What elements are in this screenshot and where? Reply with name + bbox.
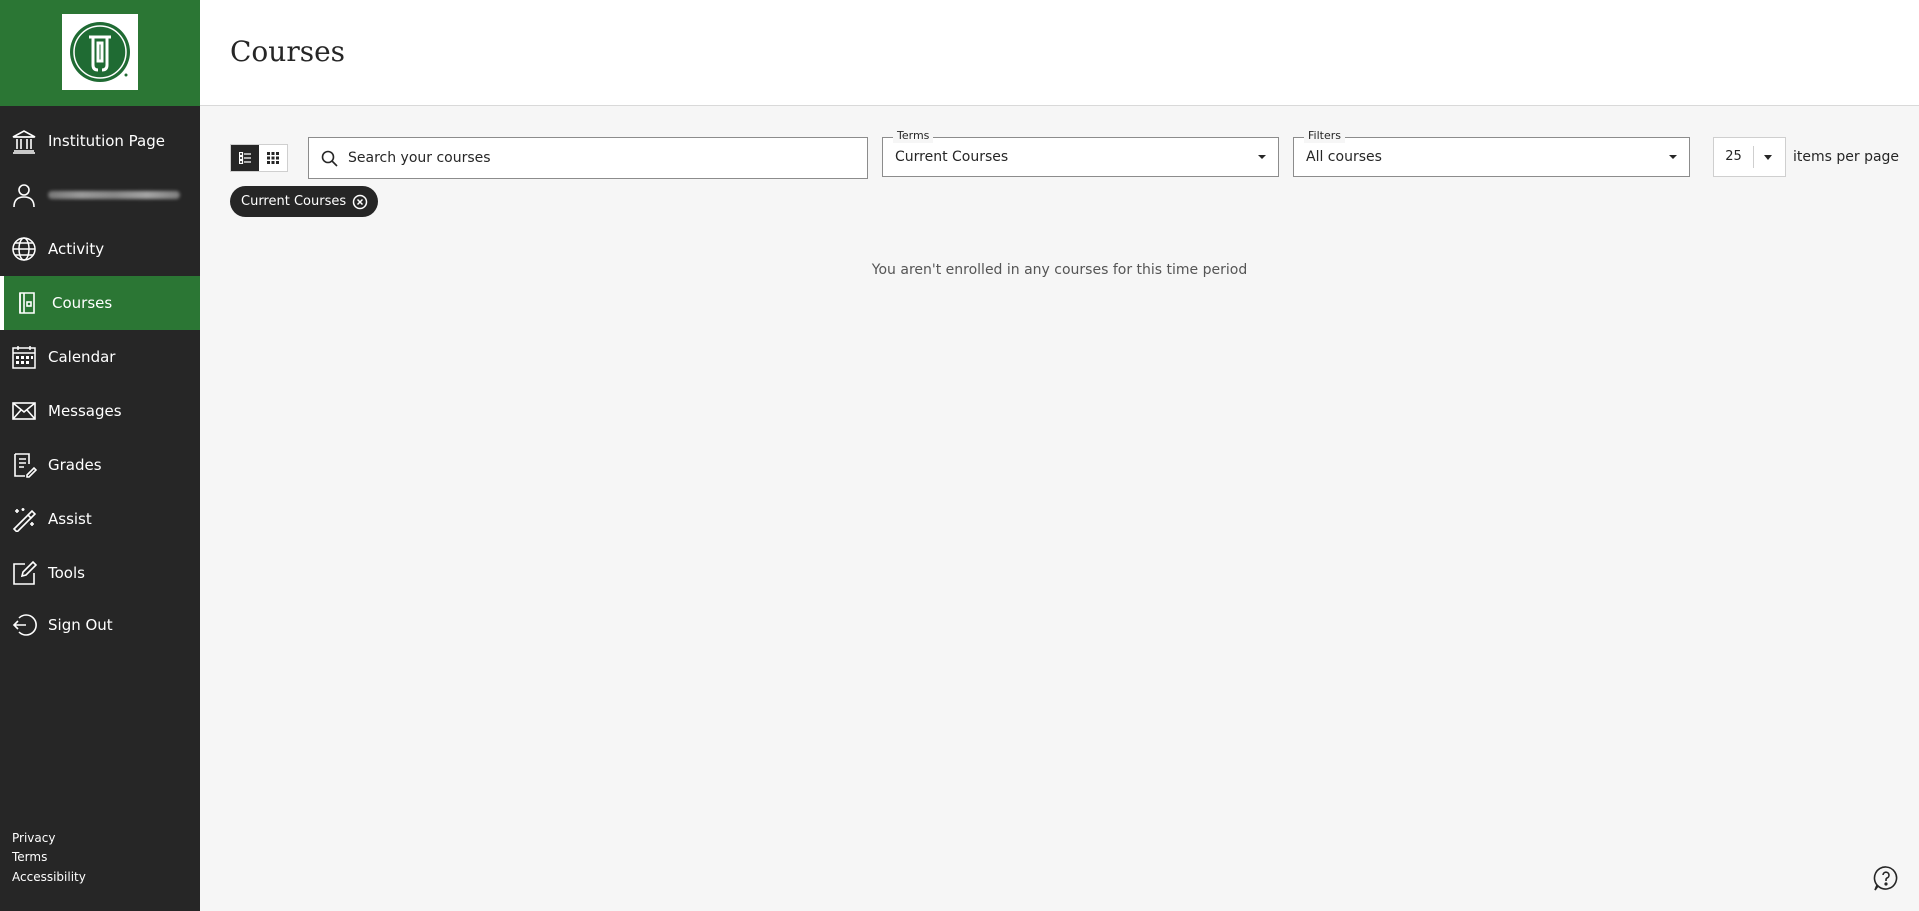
sidebar-item-profile[interactable] <box>0 168 200 222</box>
sidebar-item-label: Messages <box>48 402 122 420</box>
terms-legend: Terms <box>893 129 934 143</box>
chevron-down-icon <box>1258 155 1266 159</box>
sidebar-footer: Privacy Terms Accessibility <box>12 829 86 888</box>
sign-out-icon <box>10 611 38 639</box>
items-per-page-value: 25 <box>1714 146 1754 168</box>
page-header: Courses <box>200 0 1919 106</box>
accessibility-link[interactable]: Accessibility <box>12 868 86 888</box>
envelope-icon <box>10 397 38 425</box>
main-content: Courses Terms Current Courses Filters Al… <box>200 0 1919 911</box>
courses-toolbar: Terms Current Courses Filters All course… <box>200 129 1919 181</box>
grid-view-button[interactable] <box>259 145 287 171</box>
sidebar-item-tools[interactable]: Tools <box>0 546 200 600</box>
sidebar-item-label: Calendar <box>48 348 116 366</box>
user-icon <box>10 181 38 209</box>
sidebar-item-label: Grades <box>48 456 102 474</box>
view-toggle <box>230 144 288 172</box>
sidebar-nav: Institution Page Activity Courses Calend… <box>0 106 200 652</box>
sidebar-item-label: Assist <box>48 510 92 528</box>
institution-logo[interactable] <box>62 14 138 90</box>
sidebar-item-sign-out[interactable]: Sign Out <box>0 598 200 652</box>
sidebar-item-calendar[interactable]: Calendar <box>0 330 200 384</box>
user-name-redacted <box>48 191 180 199</box>
institution-icon <box>10 127 38 155</box>
sidebar-item-institution-page[interactable]: Institution Page <box>0 114 200 168</box>
list-view-icon <box>239 152 251 164</box>
empty-state-message: You aren't enrolled in any courses for t… <box>871 262 1248 278</box>
list-view-button[interactable] <box>231 145 259 171</box>
sidebar-item-messages[interactable]: Messages <box>0 384 200 438</box>
chevron-down-icon <box>1669 155 1677 159</box>
filters-select[interactable]: Filters All courses <box>1293 129 1690 177</box>
privacy-link[interactable]: Privacy <box>12 829 86 849</box>
calendar-icon <box>10 343 38 371</box>
sidebar-item-assist[interactable]: Assist <box>0 492 200 546</box>
tools-icon <box>10 559 38 587</box>
assist-icon <box>10 505 38 533</box>
courses-icon <box>14 289 42 317</box>
page-title: Courses <box>230 35 346 68</box>
course-search <box>308 137 868 179</box>
items-per-page-select[interactable]: 25 <box>1713 137 1786 177</box>
filters-value: All courses <box>1306 149 1382 165</box>
sidebar: Institution Page Activity Courses Calend… <box>0 0 200 911</box>
logo-area <box>0 0 200 106</box>
sidebar-item-label: Tools <box>48 564 85 582</box>
items-per-page-label: items per page <box>1793 149 1900 165</box>
terms-link[interactable]: Terms <box>12 848 86 868</box>
filter-chip-label: Current Courses <box>241 194 347 209</box>
help-icon <box>1873 866 1898 891</box>
help-button[interactable] <box>1873 865 1899 891</box>
sidebar-item-label: Sign Out <box>48 616 113 634</box>
globe-icon <box>10 235 38 263</box>
close-circle-icon <box>352 194 368 209</box>
sidebar-item-label: Institution Page <box>48 132 165 150</box>
remove-filter-button[interactable] <box>352 194 368 210</box>
search-icon <box>321 150 338 167</box>
grades-icon <box>10 451 38 479</box>
terms-select[interactable]: Terms Current Courses <box>882 129 1279 177</box>
logo-seal-icon <box>70 22 130 82</box>
sidebar-item-activity[interactable]: Activity <box>0 222 200 276</box>
sidebar-item-label: Activity <box>48 240 105 258</box>
filters-legend: Filters <box>1304 129 1345 143</box>
chevron-down-icon <box>1764 154 1772 160</box>
sidebar-item-grades[interactable]: Grades <box>0 438 200 492</box>
filter-chip: Current Courses <box>230 186 379 217</box>
terms-value: Current Courses <box>895 149 1009 165</box>
search-input[interactable] <box>348 150 828 166</box>
sidebar-item-label: Courses <box>52 294 113 312</box>
grid-view-icon <box>267 152 279 164</box>
sidebar-item-courses[interactable]: Courses <box>0 276 200 330</box>
